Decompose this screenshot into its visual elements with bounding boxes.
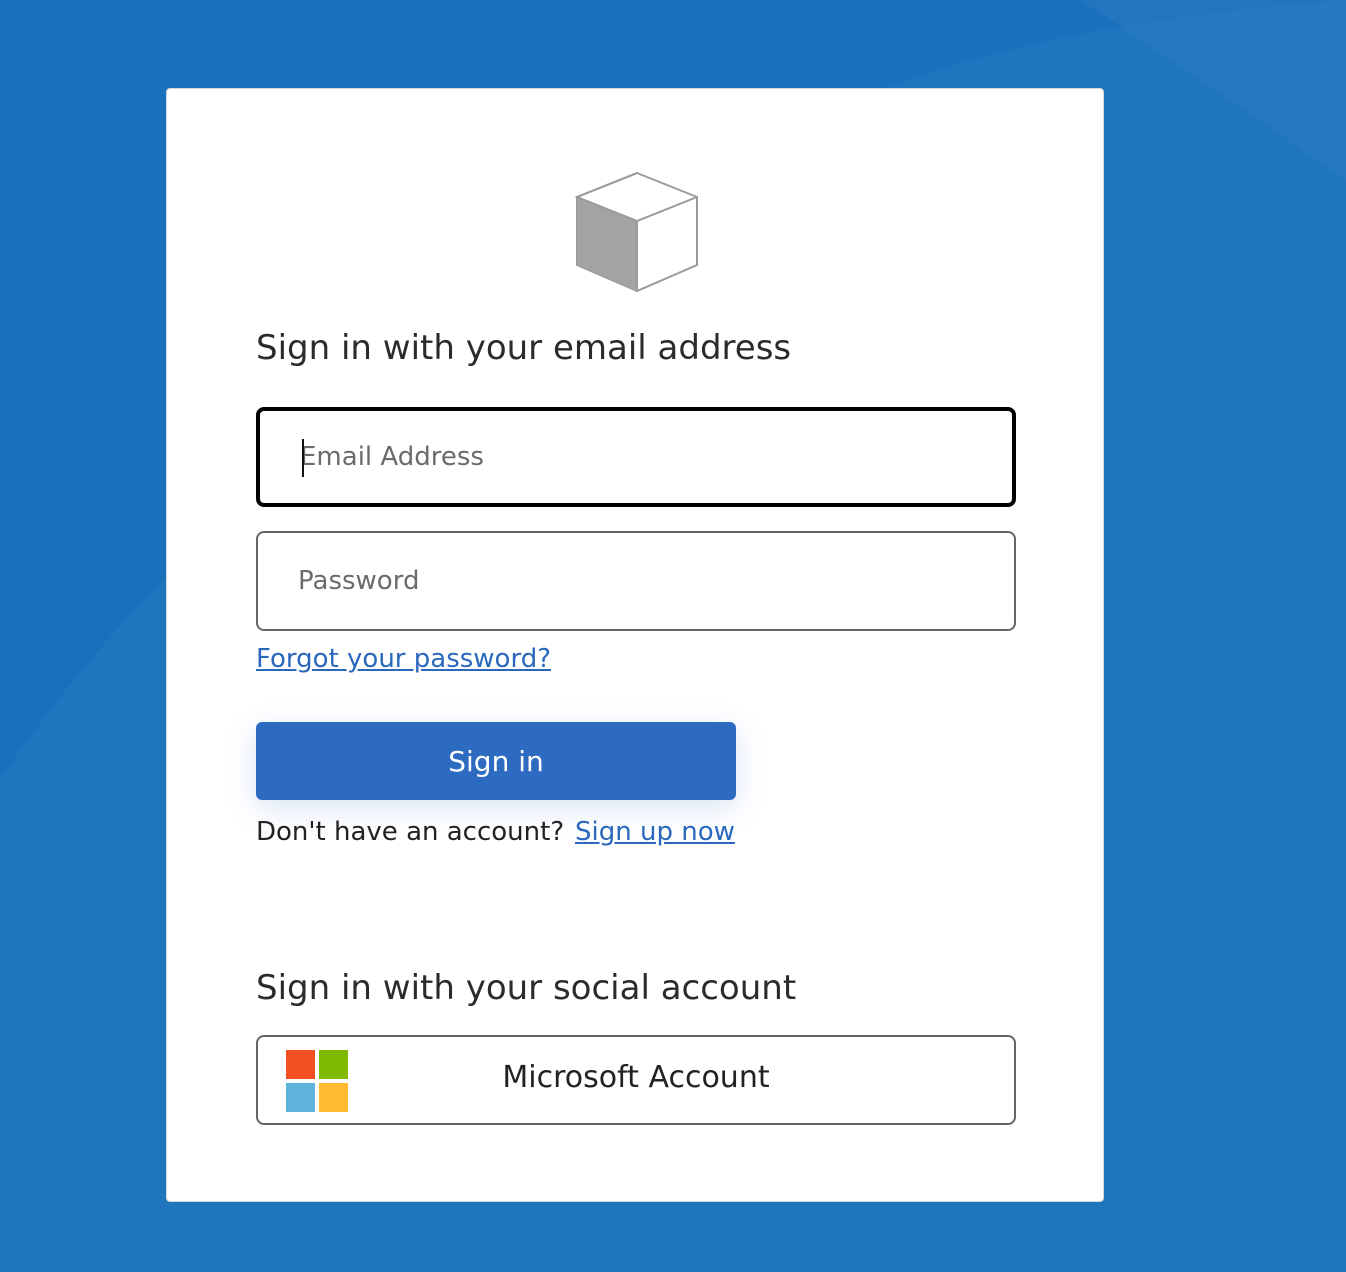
forgot-password-link[interactable]: Forgot your password? (256, 644, 551, 674)
sign-in-button[interactable]: Sign in (256, 722, 736, 800)
sign-up-link[interactable]: Sign up now (575, 817, 735, 847)
text-caret (302, 439, 304, 477)
email-sign-in-heading: Sign in with your email address (256, 328, 792, 368)
email-field-container[interactable] (256, 407, 1016, 507)
microsoft-account-button[interactable]: Microsoft Account (256, 1035, 1016, 1125)
page-background: Sign in with your email address Forgot y… (0, 0, 1346, 1272)
social-sign-in-heading: Sign in with your social account (256, 968, 797, 1008)
sign-in-card: Sign in with your email address Forgot y… (166, 88, 1104, 1202)
signup-question: Don't have an account? (256, 817, 565, 847)
password-field-container[interactable] (256, 531, 1016, 631)
cube-icon (574, 169, 699, 293)
microsoft-account-label: Microsoft Account (502, 1060, 770, 1095)
email-input[interactable] (260, 411, 1012, 503)
password-input[interactable] (258, 533, 1014, 629)
signup-row: Don't have an account? Sign up now (256, 817, 956, 861)
